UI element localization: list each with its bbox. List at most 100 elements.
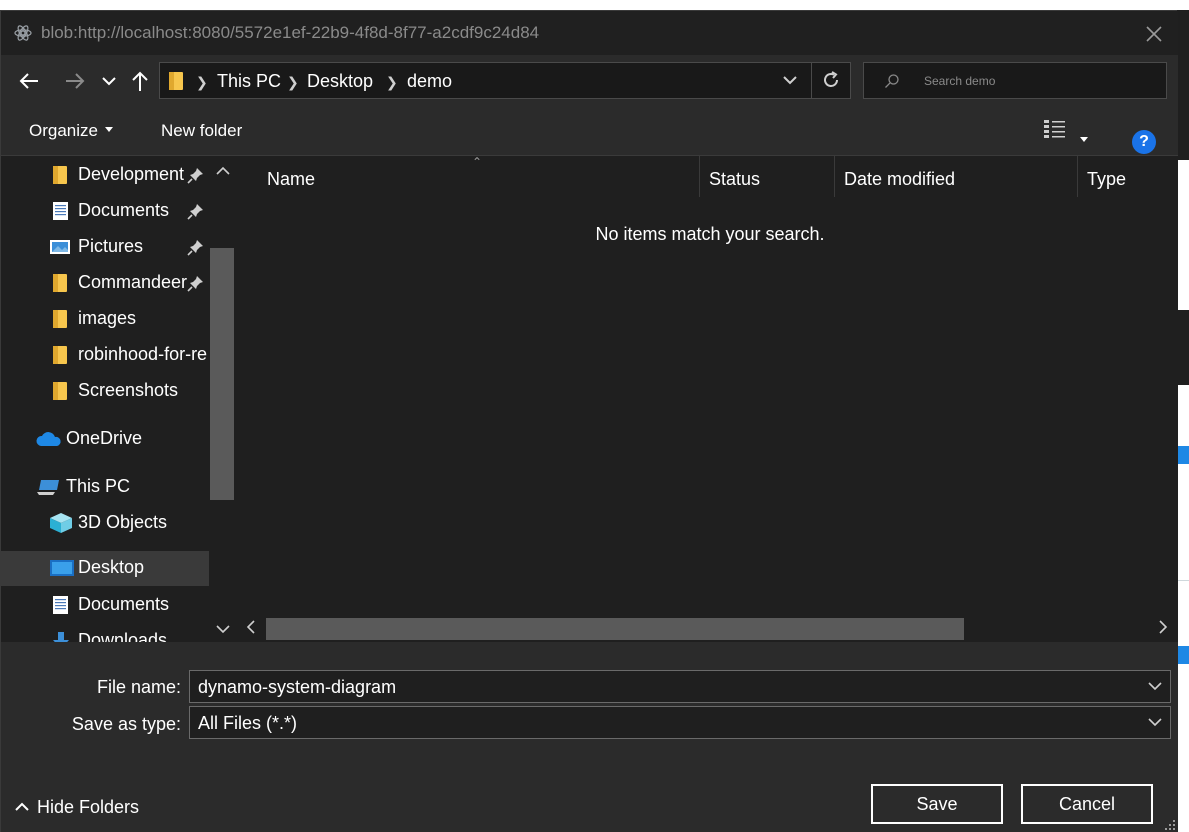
sidebar-item-downloads[interactable]: Downloads <box>1 624 209 642</box>
sidebar-item-label: 3D Objects <box>78 512 168 532</box>
onedrive-cloud-icon <box>36 432 61 446</box>
caret-down-icon <box>104 127 113 132</box>
folder-icon <box>169 72 183 90</box>
view-options-caret-icon[interactable] <box>1080 137 1088 142</box>
sidebar-item-images[interactable]: images <box>1 302 209 336</box>
sidebar-item-label: Desktop <box>78 557 145 577</box>
cancel-button[interactable]: Cancel <box>1021 784 1153 824</box>
sidebar-scrollbar[interactable] <box>209 156 236 642</box>
sidebar-item-robinhood[interactable]: robinhood-for-re <box>1 338 209 372</box>
search-icon <box>885 74 899 88</box>
arrow-left-icon <box>19 73 38 89</box>
column-divider[interactable] <box>834 156 835 197</box>
sidebar-item-label: This PC <box>66 476 131 496</box>
up-button[interactable] <box>126 67 154 95</box>
save-button[interactable]: Save <box>871 784 1003 824</box>
chevron-down-icon[interactable] <box>1148 717 1162 727</box>
desktop-icon <box>50 560 74 576</box>
sidebar-item-documents[interactable]: Documents <box>1 194 209 228</box>
hide-folders-button[interactable]: Hide Folders <box>15 797 139 818</box>
address-bar[interactable]: ❯ This PC ❯ Desktop ❯ demo <box>159 62 851 99</box>
chevron-left-icon[interactable] <box>246 620 256 634</box>
save-as-type-value: All Files (*.*) <box>198 713 298 733</box>
chevron-down-icon[interactable] <box>782 72 798 88</box>
arrow-right-icon <box>66 73 85 89</box>
recent-locations-button[interactable] <box>95 67 123 95</box>
column-header-label: Type <box>1087 169 1127 189</box>
search-placeholder: Search demo <box>924 74 996 88</box>
sidebar-item-development[interactable]: Development <box>1 158 209 192</box>
sidebar-item-pictures[interactable]: Pictures <box>1 230 209 264</box>
file-list: ⌃ Name Status Date modified Type No item… <box>236 155 1178 642</box>
column-header-status[interactable]: Status <box>709 156 833 200</box>
navigation-pane: Development Documents Pictures Commandee… <box>1 156 236 642</box>
column-header-type[interactable]: Type <box>1087 156 1177 200</box>
forward-button[interactable] <box>61 67 89 95</box>
window-title: blob:http://localhost:8080/5572e1ef-22b9… <box>41 23 540 42</box>
sidebar-scroll-thumb[interactable] <box>210 248 234 500</box>
column-header-label: Status <box>709 169 761 189</box>
sidebar-item-label: Pictures <box>78 236 144 256</box>
empty-results-message: No items match your search. <box>595 224 825 244</box>
electron-app-icon <box>14 25 32 41</box>
resize-grip-icon[interactable] <box>1164 819 1176 831</box>
column-divider[interactable] <box>699 156 700 197</box>
sidebar-item-commandeer[interactable]: Commandeer <box>1 266 209 300</box>
save-file-dialog: blob:http://localhost:8080/5572e1ef-22b9… <box>0 10 1178 832</box>
column-header-name[interactable]: Name <box>267 156 697 200</box>
help-button[interactable]: ? <box>1132 130 1156 154</box>
pictures-icon <box>50 240 70 254</box>
breadcrumb-separator: ❯ <box>386 74 398 90</box>
column-header-date-modified[interactable]: Date modified <box>844 156 1076 200</box>
computer-icon <box>37 480 59 495</box>
sidebar-item-onedrive[interactable]: OneDrive <box>1 422 209 456</box>
pin-icon <box>187 168 203 184</box>
3d-objects-icon <box>50 513 72 533</box>
file-name-label: File name: <box>96 677 181 697</box>
pin-icon <box>187 240 203 256</box>
chevron-up-icon[interactable] <box>216 166 230 176</box>
organize-label: Organize <box>29 121 98 140</box>
address-divider <box>811 63 812 98</box>
sidebar-item-3d-objects[interactable]: 3D Objects <box>1 506 209 540</box>
documents-icon <box>53 202 68 220</box>
sidebar-item-screenshots[interactable]: Screenshots <box>1 374 209 408</box>
close-icon[interactable] <box>1141 21 1167 47</box>
column-divider[interactable] <box>1077 156 1078 197</box>
save-as-type-label: Save as type: <box>71 714 181 734</box>
save-as-type-select[interactable]: All Files (*.*) <box>189 706 1171 739</box>
chevron-down-icon[interactable] <box>1148 681 1162 691</box>
refresh-icon[interactable] <box>820 69 842 91</box>
sidebar-item-label: Screenshots <box>78 380 179 400</box>
search-box[interactable]: Search demo <box>863 62 1167 99</box>
sidebar-item-label: images <box>78 308 137 328</box>
file-name-input[interactable]: dynamo-system-diagram <box>189 670 1171 703</box>
folder-icon <box>53 310 67 328</box>
sidebar-item-this-pc[interactable]: This PC <box>1 470 209 504</box>
horizontal-scrollbar[interactable] <box>240 616 1178 640</box>
back-button[interactable] <box>15 67 43 95</box>
sidebar-item-label: OneDrive <box>66 428 143 448</box>
sidebar-item-desktop[interactable]: Desktop <box>1 551 209 586</box>
breadcrumb-demo[interactable]: demo <box>407 71 452 92</box>
downloads-icon <box>53 632 69 642</box>
sidebar-item-documents-pc[interactable]: Documents <box>1 588 209 622</box>
chevron-down-icon <box>102 77 116 86</box>
sidebar-item-label: Development <box>78 164 185 184</box>
breadcrumb-separator: ❯ <box>196 74 208 90</box>
horizontal-scroll-thumb[interactable] <box>266 618 964 640</box>
organize-menu-button[interactable]: Organize <box>29 121 113 141</box>
breadcrumb-this-pc[interactable]: This PC <box>217 71 281 92</box>
sidebar-item-label: Documents <box>78 594 170 614</box>
breadcrumb-desktop[interactable]: Desktop <box>307 71 373 92</box>
arrow-up-icon <box>132 71 148 91</box>
chevron-down-icon[interactable] <box>216 624 230 634</box>
column-header-label: Name <box>267 169 316 189</box>
details-view-icon[interactable] <box>1043 119 1067 141</box>
hide-folders-label: Hide Folders <box>37 797 140 817</box>
folder-icon <box>53 274 67 292</box>
navigation-bar: ❯ This PC ❯ Desktop ❯ demo Search demo <box>1 55 1178 107</box>
sidebar-item-label: Commandeer <box>78 272 188 292</box>
chevron-right-icon[interactable] <box>1158 620 1168 634</box>
new-folder-button[interactable]: New folder <box>161 121 242 141</box>
